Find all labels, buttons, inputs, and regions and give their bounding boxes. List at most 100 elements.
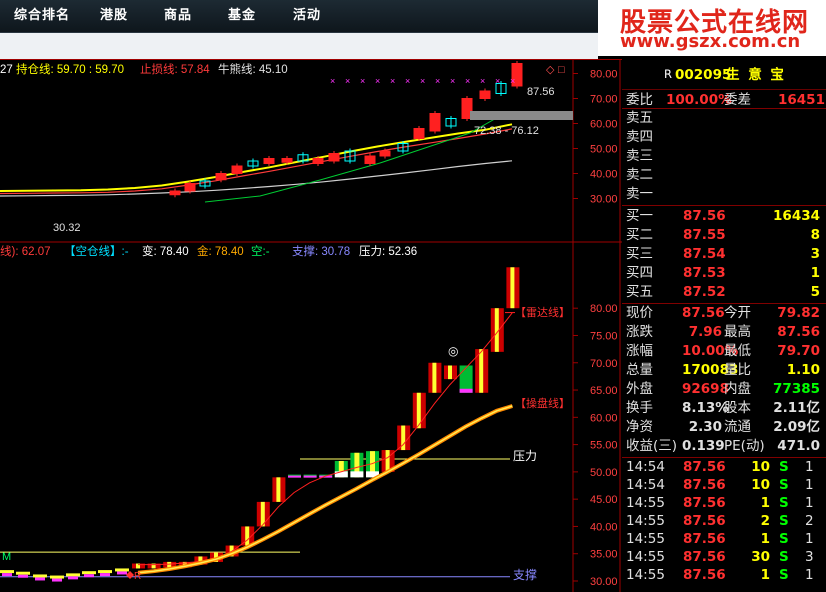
stat-value: 471.0 (777, 438, 820, 454)
stat-label: 外盘 (626, 381, 653, 397)
stock-code: 002095 (675, 67, 732, 83)
stat-label: 换手 (626, 400, 653, 416)
legend-change: 变: 78.40 (142, 244, 189, 258)
base-bar-accent (52, 578, 62, 582)
stat-value: 10.00% (682, 343, 739, 359)
lower-bar-base (350, 471, 364, 478)
legend-radar-line: 线): 62.07 (0, 244, 51, 258)
bid-level-price: 87.53 (683, 265, 726, 281)
tick-volume: 30 (751, 549, 770, 565)
kline-chart[interactable]: 80.00 70.00 60.00 50.00 40.00 30.00 80.00 75.00… (0, 59, 622, 592)
base-bar (66, 573, 80, 577)
operate-line-glow (137, 404, 513, 575)
range-highlight-box (470, 111, 573, 120)
stat-label: 总量 (626, 362, 653, 378)
signal-dot: × (450, 76, 455, 86)
watermark-url: www.gszx.com.cn (620, 31, 801, 52)
signal-dot: × (480, 76, 485, 86)
tick-volume: 10 (751, 477, 770, 493)
upper-price-label: 87.56 (527, 86, 555, 98)
tick-time: 14:55 (626, 495, 665, 511)
diamond-icon[interactable]: ◇ (546, 64, 555, 76)
stat-label: 现价 (626, 305, 653, 321)
signal-dot: × (435, 76, 440, 86)
base-bar (50, 575, 64, 579)
bid-level-volume: 16434 (773, 208, 820, 224)
base-bar-accent (68, 576, 78, 580)
quote-panel: R 002095 生 意 宝 委比 100.00% 委差 16451 卖五 卖四卖… (622, 59, 826, 592)
tab-activities[interactable]: 活动 (293, 6, 321, 26)
candle-body (184, 183, 196, 192)
stat-value: 170083 (682, 362, 739, 378)
tick-side: S (779, 549, 789, 565)
tick-side: S (779, 495, 789, 511)
operate-line-label: 【操盘线】 (515, 396, 570, 410)
stat-label: 股本 (724, 400, 751, 416)
legend-empty: 空:- (251, 244, 270, 258)
base-bar-accent (100, 573, 110, 577)
tick-side: S (779, 567, 789, 583)
stat-label: 收益(三) (626, 438, 678, 454)
bid-level-volume: 5 (810, 284, 820, 300)
stat-label: 量比 (724, 362, 751, 378)
bid-level-label: 买二 (626, 227, 653, 243)
tab-funds[interactable]: 基金 (228, 6, 256, 26)
tick-count: 1 (805, 477, 814, 493)
lower-bar-mid (288, 475, 301, 478)
lower-ytick-label: 40.00 (590, 521, 618, 533)
tick-side: S (779, 531, 789, 547)
tick-volume: 10 (751, 459, 770, 475)
upper-ytick-label: 60.00 (590, 119, 618, 131)
candle-body (479, 90, 491, 99)
base-bar-accent (35, 577, 45, 581)
candle-body (364, 155, 376, 164)
upper-line-0 (0, 123, 513, 192)
signal-dot: × (495, 76, 500, 86)
upper-ma-prefix: 27 (0, 64, 13, 76)
lower-ytick-label: 55.00 (590, 440, 618, 452)
candle-body (429, 113, 441, 132)
bid-level-label: 买四 (626, 265, 653, 281)
stat-value: 7.96 (688, 324, 722, 340)
bid-level-volume: 1 (810, 265, 820, 281)
candle-body (312, 158, 324, 164)
base-bar-accent (84, 574, 94, 578)
ask-level-label: 卖二 (626, 167, 653, 183)
tick-volume: 2 (760, 513, 770, 529)
stat-value: 79.82 (777, 305, 820, 321)
bid-level-volume: 8 (810, 227, 820, 243)
legend-empty-line: 【空仓线】:- (64, 244, 129, 258)
tick-price: 87.56 (683, 459, 726, 475)
lower-ytick-label: 65.00 (590, 385, 618, 397)
tick-time: 14:54 (626, 459, 665, 475)
lower-bar (459, 365, 473, 393)
tick-price: 87.56 (683, 477, 726, 493)
legend-pressure: 压力: 52.36 (359, 245, 417, 258)
base-bar-accent (2, 573, 12, 577)
tab-composite-ranking[interactable]: 综合排名 (14, 6, 70, 26)
tick-count: 3 (805, 549, 814, 565)
lower-bar-core (479, 349, 484, 393)
row-separator (622, 205, 826, 206)
bid-level-price: 87.56 (683, 208, 726, 224)
lower-bars (0, 267, 520, 582)
lower-bar-core (245, 526, 250, 546)
tick-count: 1 (805, 495, 814, 511)
tick-time: 14:55 (626, 549, 665, 565)
stat-label: 最高 (724, 324, 751, 340)
lower-bar-core (385, 450, 390, 472)
lower-ytick-label: 45.00 (590, 494, 618, 506)
tick-price: 87.56 (683, 567, 726, 583)
tick-side: S (779, 459, 789, 475)
lower-bar-core (510, 267, 515, 309)
upper-ytick-label: 80.00 (590, 69, 618, 81)
tab-hk-stocks[interactable]: 港股 (100, 6, 128, 26)
tab-commodities[interactable]: 商品 (164, 6, 192, 26)
maximize-icon[interactable]: □ (558, 64, 565, 76)
lower-ytick-label: 35.00 (590, 549, 618, 561)
stat-label: 净资 (626, 419, 653, 435)
signal-dot: × (360, 76, 365, 86)
candle-body (413, 128, 425, 139)
base-bar (115, 568, 129, 572)
bid-diff-value: 16451 (778, 92, 825, 108)
